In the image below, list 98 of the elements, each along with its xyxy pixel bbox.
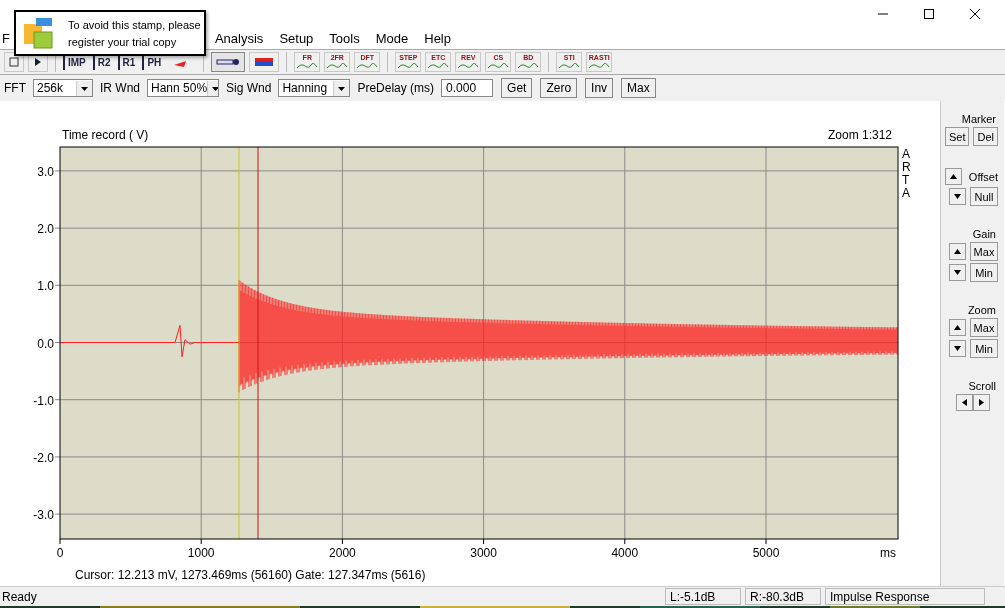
predelay-field[interactable]: 0.000 (441, 79, 494, 97)
y-tick-label: 1.0 (37, 279, 54, 294)
plot-title: Time record ( V) (62, 128, 149, 142)
down-arrow-icon (954, 346, 961, 351)
dropdown-icon (333, 80, 350, 96)
y-tick-label: -2.0 (33, 450, 54, 465)
menu-item[interactable]: Mode (375, 31, 409, 46)
graph-icon (397, 62, 420, 69)
right-arrow-icon (979, 399, 984, 406)
status-panel: R:-80.3dB (745, 588, 821, 605)
stamp-text: To avoid this stamp, please (68, 18, 201, 31)
up-arrow-icon (954, 249, 961, 254)
up-button[interactable] (945, 168, 962, 185)
toolbar-button[interactable] (4, 52, 24, 72)
signal-window-label: Sig Wnd (226, 81, 272, 95)
zoom-label: Zoom (967, 304, 997, 316)
toolbar-button[interactable] (211, 52, 246, 72)
x-tick-label: 3000 (470, 546, 497, 560)
gain-button[interactable]: Max (970, 242, 998, 261)
zoom-label: Zoom 1:312 (827, 128, 892, 142)
x-tick-label: 2000 (329, 546, 356, 560)
toolbar-button[interactable]: Get (501, 78, 533, 98)
side-letter: A (902, 147, 910, 161)
up-button[interactable] (949, 319, 966, 336)
status-panel: L:-5.1dB (665, 588, 741, 605)
gain-label: Gain (972, 228, 997, 240)
scroll-label: Scroll (968, 380, 997, 392)
gain-button[interactable]: Min (970, 263, 998, 282)
zoom-button[interactable]: Min (970, 339, 998, 358)
menu-item[interactable]: F (2, 31, 10, 46)
down-button[interactable] (949, 188, 966, 205)
menu-item[interactable]: Setup (279, 31, 314, 46)
menu-item[interactable]: Tools (329, 31, 360, 46)
graph-icon (356, 62, 379, 69)
y-tick-label: 2.0 (37, 222, 54, 237)
offset-label: Offset (967, 170, 998, 183)
graph-icon (326, 62, 349, 69)
x-tick-label: 0 (56, 546, 64, 560)
scroll-right-button[interactable] (973, 394, 990, 411)
graph-icon (487, 62, 510, 69)
zoom-button[interactable]: Max (970, 318, 998, 337)
side-letter: A (902, 186, 910, 200)
left-arrow-icon (962, 399, 967, 406)
up-arrow-icon (950, 174, 957, 179)
up-button[interactable] (949, 243, 966, 260)
x-tick-label: 5000 (752, 546, 780, 560)
menu-item[interactable]: Analysis (214, 31, 264, 46)
offset-null-button[interactable]: Null (970, 187, 998, 206)
ir-window-label: IR Wnd (100, 81, 140, 95)
status-message: Ready (1, 589, 38, 604)
scroll-left-button[interactable] (956, 394, 973, 411)
x-unit-label: ms (880, 546, 896, 560)
side-letter: T (902, 173, 910, 187)
measure-tool-button[interactable]: R1 (117, 54, 139, 70)
marker-label: Marker (961, 113, 997, 125)
fft-label: FFT (4, 81, 26, 95)
signal-window-select[interactable]: Hanning (278, 79, 351, 97)
graph-icon (588, 62, 611, 69)
measure-tool-button[interactable]: PH (142, 54, 165, 70)
side-letter: R (902, 160, 911, 174)
graph-icon (558, 62, 581, 69)
y-tick-label: 3.0 (37, 164, 54, 179)
ir-window-select[interactable]: Hann 50% (147, 79, 219, 97)
maximize-icon[interactable] (923, 8, 935, 20)
down-button[interactable] (949, 340, 966, 357)
stamp-text: register your trial copy (68, 35, 178, 48)
down-arrow-icon (954, 194, 961, 199)
y-tick-label: -1.0 (33, 393, 54, 408)
graph-icon (517, 62, 540, 69)
cursor-readout: Cursor: 12.213 mV, 1273.469ms (56160) Gate: 127.347ms (5616) (75, 568, 426, 582)
measure-tool-button[interactable]: IMP (63, 54, 89, 70)
up-arrow-icon (954, 325, 961, 330)
dropdown-icon (76, 80, 92, 96)
toolbar-button[interactable]: Inv (585, 78, 614, 98)
window-icon (9, 57, 19, 67)
down-arrow-icon (954, 270, 961, 275)
x-tick-label: 1000 (187, 546, 215, 560)
graph-icon (296, 62, 319, 69)
y-tick-label: -3.0 (33, 508, 54, 523)
marker-button[interactable]: Set (944, 127, 970, 146)
toolbar-button[interactable]: Zero (540, 78, 578, 98)
status-panel: Impulse Response (825, 588, 985, 605)
measure-tool-button[interactable]: R2 (92, 54, 114, 70)
menu-item[interactable]: Help (424, 31, 451, 46)
fft-select[interactable]: 256k (33, 79, 93, 97)
toolbar-button[interactable] (249, 52, 280, 72)
down-button[interactable] (949, 264, 966, 281)
toolbar-button[interactable]: Max (621, 78, 656, 98)
graph-icon (457, 62, 480, 69)
graph-icon (427, 62, 450, 69)
x-tick-label: 4000 (611, 546, 639, 560)
y-tick-label: 0.0 (37, 336, 54, 351)
windows-icon (22, 16, 56, 50)
dropdown-icon (207, 80, 218, 96)
predelay-label: PreDelay (ms) (357, 81, 435, 95)
probe-icon (216, 57, 241, 67)
marker-button[interactable]: Del (973, 127, 998, 146)
close-icon[interactable] (969, 8, 981, 20)
